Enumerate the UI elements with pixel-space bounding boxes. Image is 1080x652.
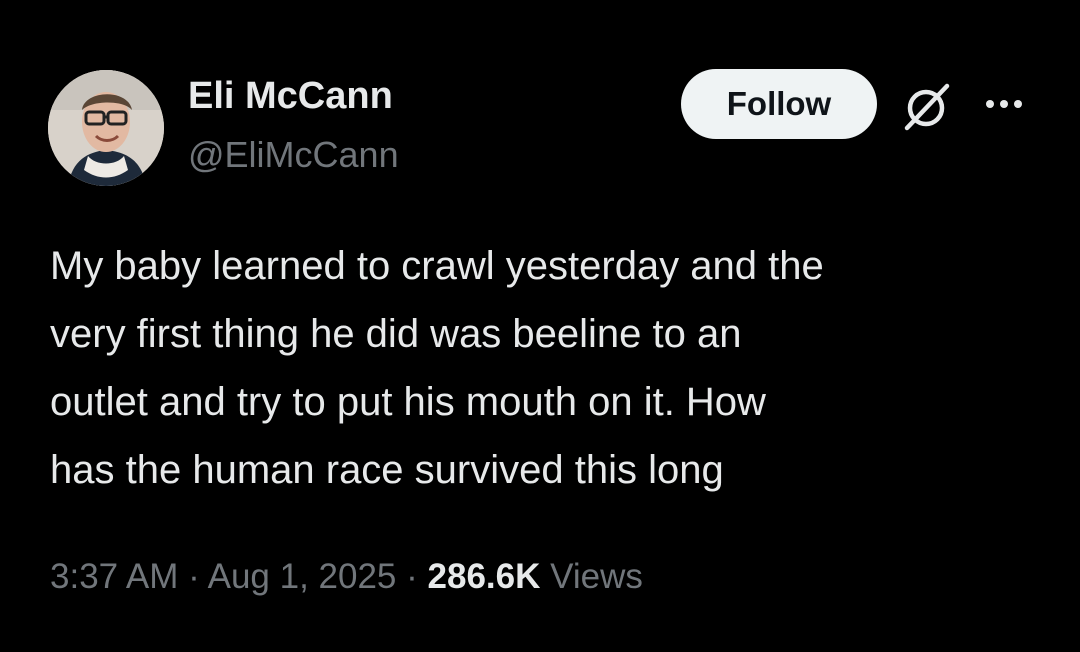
meta-separator: · [406,557,418,596]
avatar[interactable] [48,70,164,186]
meta-separator: · [188,557,200,596]
tweet-text-line: very first thing he did was beeline to a… [50,312,742,356]
tweet-time[interactable]: 3:37 AM [50,557,178,596]
tweet-text-line: outlet and try to put his mouth on it. H… [50,380,766,424]
author-display-name[interactable]: Eli McCann [188,74,393,118]
tweet-text-line: My baby learned to crawl yesterday and t… [50,244,824,288]
follow-button[interactable]: Follow [681,69,877,139]
tweet-text-line: has the human race survived this long [50,448,724,492]
more-horizontal-icon[interactable] [980,88,1028,120]
user-avatar-image [48,70,164,186]
views-link[interactable]: 286.6K Views [428,557,643,596]
tweet-meta: 3:37 AM · Aug 1, 2025 · 286.6K Views [50,554,643,600]
views-count: 286.6K [427,557,541,596]
tweet-text: My baby learned to crawl yesterday and t… [50,232,1040,504]
author-handle[interactable]: @EliMcCann [188,134,399,176]
views-label: Views [550,557,643,596]
tweet-date[interactable]: Aug 1, 2025 [208,557,397,596]
grok-icon[interactable] [899,78,955,134]
